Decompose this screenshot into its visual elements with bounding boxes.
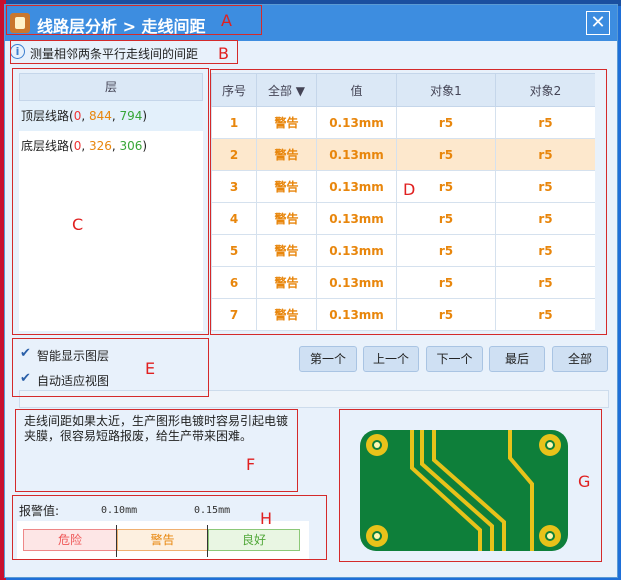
last-button[interactable]: 最后: [489, 346, 545, 372]
annotation-label-a: A: [221, 11, 232, 30]
annotation-label-c: C: [72, 215, 84, 234]
annotation-label-b: B: [218, 44, 229, 63]
annotation-box-h: [12, 495, 327, 560]
annotation-box-f: [15, 409, 298, 492]
first-button[interactable]: 第一个: [299, 346, 357, 372]
prev-button[interactable]: 上一个: [363, 346, 419, 372]
annotation-label-e: E: [145, 359, 156, 378]
annotation-label-d: D: [403, 180, 416, 199]
annotation-label-g: G: [578, 472, 591, 491]
annotation-label-h: H: [260, 509, 273, 528]
next-button[interactable]: 下一个: [426, 346, 483, 372]
annotation-box-e: [12, 338, 209, 397]
annotation-box-c: [12, 68, 209, 335]
close-icon[interactable]: ✕: [586, 11, 610, 35]
annotation-box-d: [210, 69, 607, 335]
annotation-label-f: F: [246, 455, 256, 474]
all-button[interactable]: 全部: [552, 346, 608, 372]
annotation-box-b: [10, 40, 238, 64]
annotation-box-g: [339, 409, 602, 562]
